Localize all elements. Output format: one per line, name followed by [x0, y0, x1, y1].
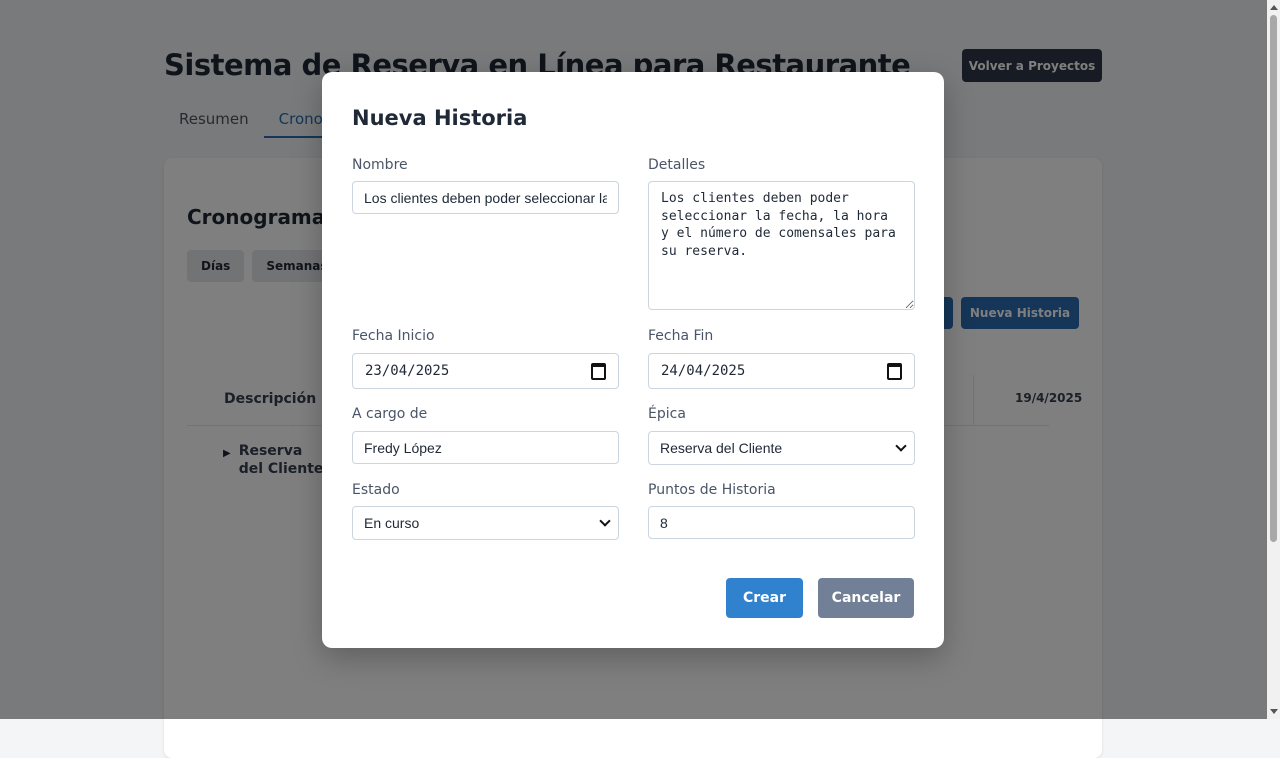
- scroll-up-icon[interactable]: [1270, 5, 1278, 10]
- modal-title: Nueva Historia: [352, 106, 528, 130]
- a-cargo-input[interactable]: [352, 431, 619, 464]
- detalles-label: Detalles: [648, 157, 706, 173]
- epica-select[interactable]: Reserva del Cliente: [648, 431, 915, 465]
- scrollbar[interactable]: [1267, 0, 1280, 719]
- fecha-fin-label: Fecha Fin: [648, 328, 714, 344]
- epica-label: Épica: [648, 406, 686, 422]
- fecha-inicio-label: Fecha Inicio: [352, 328, 435, 344]
- estado-selected-value: En curso: [364, 515, 420, 531]
- chevron-down-icon: [599, 515, 611, 527]
- calendar-icon[interactable]: [887, 362, 902, 380]
- detalles-textarea[interactable]: Los clientes deben poder seleccionar la …: [648, 181, 915, 310]
- calendar-icon[interactable]: [591, 362, 606, 380]
- nombre-label: Nombre: [352, 157, 408, 173]
- a-cargo-label: A cargo de: [352, 406, 428, 422]
- create-button[interactable]: Crear: [726, 578, 803, 618]
- puntos-input[interactable]: [648, 506, 915, 539]
- fecha-fin-value: 24/04/2025: [661, 363, 746, 379]
- nombre-input[interactable]: [352, 181, 619, 214]
- epica-selected-value: Reserva del Cliente: [660, 440, 783, 456]
- fecha-fin-input[interactable]: 24/04/2025: [648, 353, 915, 389]
- scrollbar-thumb[interactable]: [1270, 15, 1277, 542]
- new-story-modal: Nueva Historia Nombre Detalles Los clien…: [322, 72, 944, 648]
- chevron-down-icon: [895, 440, 907, 452]
- cancel-button[interactable]: Cancelar: [818, 578, 914, 618]
- estado-select[interactable]: En curso: [352, 506, 619, 540]
- estado-label: Estado: [352, 482, 400, 498]
- puntos-label: Puntos de Historia: [648, 482, 776, 498]
- scroll-down-icon[interactable]: [1270, 709, 1278, 714]
- fecha-inicio-value: 23/04/2025: [365, 363, 450, 379]
- fecha-inicio-input[interactable]: 23/04/2025: [352, 353, 619, 389]
